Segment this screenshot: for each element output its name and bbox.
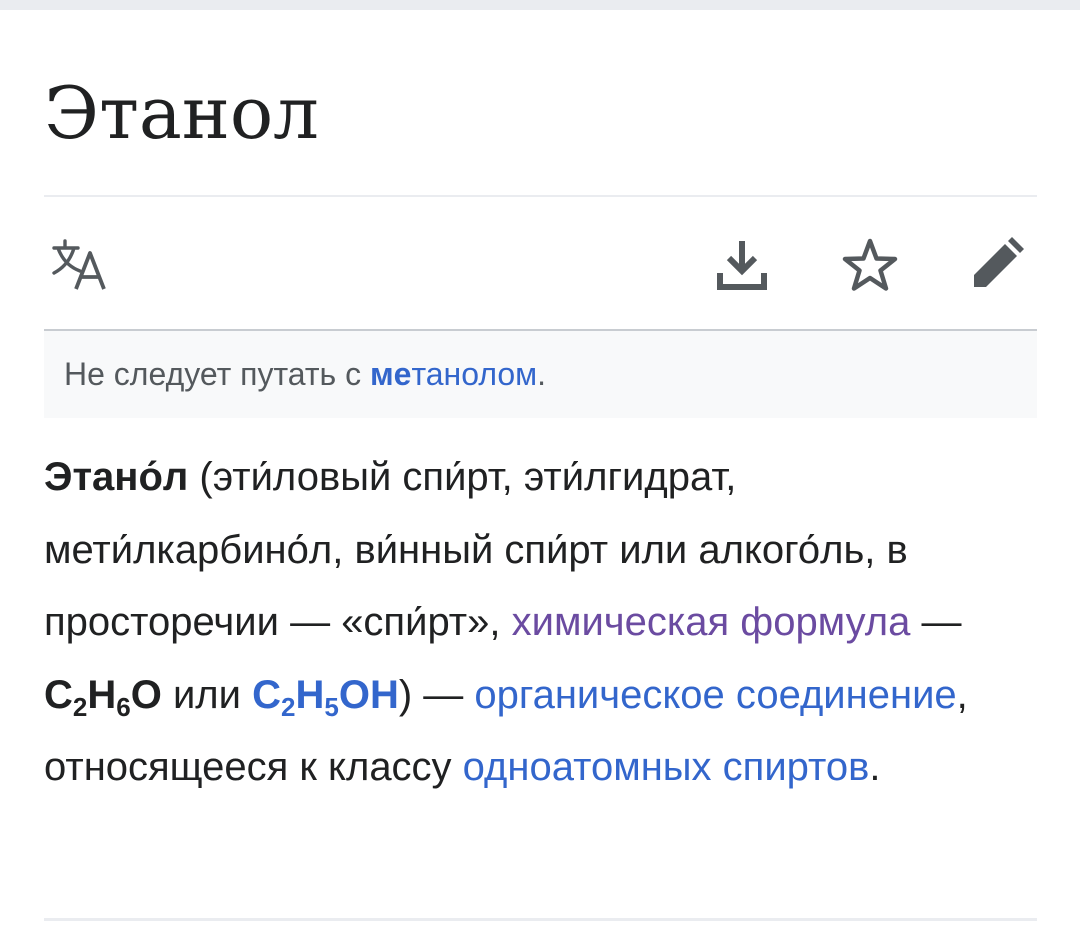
formula-c2h5oh-h-sub: 5: [324, 691, 339, 722]
top-strip: [0, 0, 1080, 10]
formula-c2h5oh-oh: OH: [338, 672, 399, 717]
lead-term: Этано́л: [44, 455, 189, 499]
hatnote-link-rest: танолом: [411, 356, 538, 392]
language-button[interactable]: [48, 233, 112, 297]
chemical-formula-link[interactable]: химическая формула: [512, 600, 911, 644]
pencil-icon: [974, 237, 1024, 287]
page-title: Этанол: [44, 71, 319, 155]
monohydric-alcohols-link[interactable]: одноатомных спиртов: [463, 745, 870, 789]
watch-star-button[interactable]: [838, 233, 902, 297]
page-actions-toolbar: [44, 197, 1037, 329]
formula-c2h6o-o: O: [130, 672, 162, 717]
lead-text-6: .: [869, 745, 881, 789]
download-button[interactable]: [710, 233, 774, 297]
organic-compound-link[interactable]: органическое соединение: [474, 673, 956, 717]
download-icon: [717, 241, 767, 290]
hatnote: Не следует путать с метанолом.: [44, 331, 1037, 418]
formula-c2h6o-h: H: [87, 672, 117, 717]
hatnote-link-bold: ме: [369, 356, 412, 392]
lead-text-4: ) —: [398, 672, 475, 717]
formula-c2h5oh-c-sub: 2: [281, 691, 296, 722]
formula-c2h6o: C2H6O: [44, 672, 162, 720]
lead-text-2: —: [910, 600, 962, 644]
formula-c2h5oh-h: H: [295, 672, 325, 717]
language-icon: [52, 239, 106, 290]
formula-c2h5oh: C2H5OH: [252, 672, 399, 720]
lead-paragraph: Этано́л (эти́ловый спи́рт, эти́лгидрат, …: [44, 441, 1044, 804]
hatnote-suffix: .: [537, 356, 547, 392]
formula-c2h6o-h-sub: 6: [116, 691, 131, 722]
formula-c2h5oh-link[interactable]: C2H5OH: [252, 672, 399, 720]
formula-c2h6o-c: C: [44, 672, 73, 717]
star-icon: [842, 238, 898, 291]
hatnote-methanol-link[interactable]: метанолом: [370, 356, 537, 392]
hatnote-prefix: Не следует путать с: [64, 356, 370, 392]
formula-c2h5oh-c: C: [252, 672, 281, 717]
section-divider: [44, 918, 1037, 921]
formula-c2h6o-c-sub: 2: [72, 691, 88, 722]
edit-button[interactable]: [964, 233, 1028, 297]
lead-text-3: или: [161, 672, 253, 717]
